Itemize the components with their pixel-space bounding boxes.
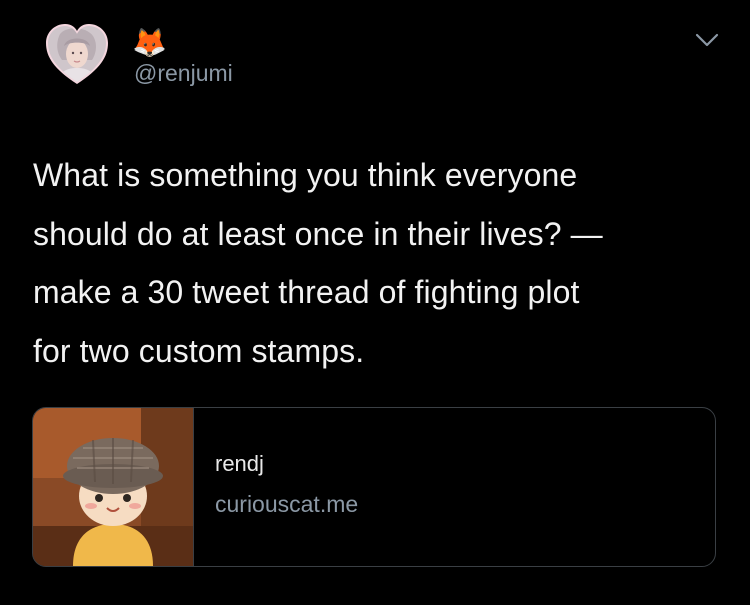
- card-thumbnail: [33, 408, 194, 566]
- user-handle[interactable]: @renjumi: [134, 60, 233, 86]
- link-card[interactable]: rendj curiouscat.me: [32, 407, 716, 567]
- chevron-down-icon[interactable]: [694, 30, 720, 50]
- card-domain: curiouscat.me: [215, 491, 359, 517]
- tweet-text: What is something you think everyone sho…: [33, 157, 603, 369]
- card-title: rendj: [215, 451, 264, 476]
- tweet: 🦊 @renjumi What is something you think e…: [0, 0, 750, 605]
- avatar[interactable]: [46, 24, 108, 86]
- display-name[interactable]: 🦊: [132, 28, 167, 58]
